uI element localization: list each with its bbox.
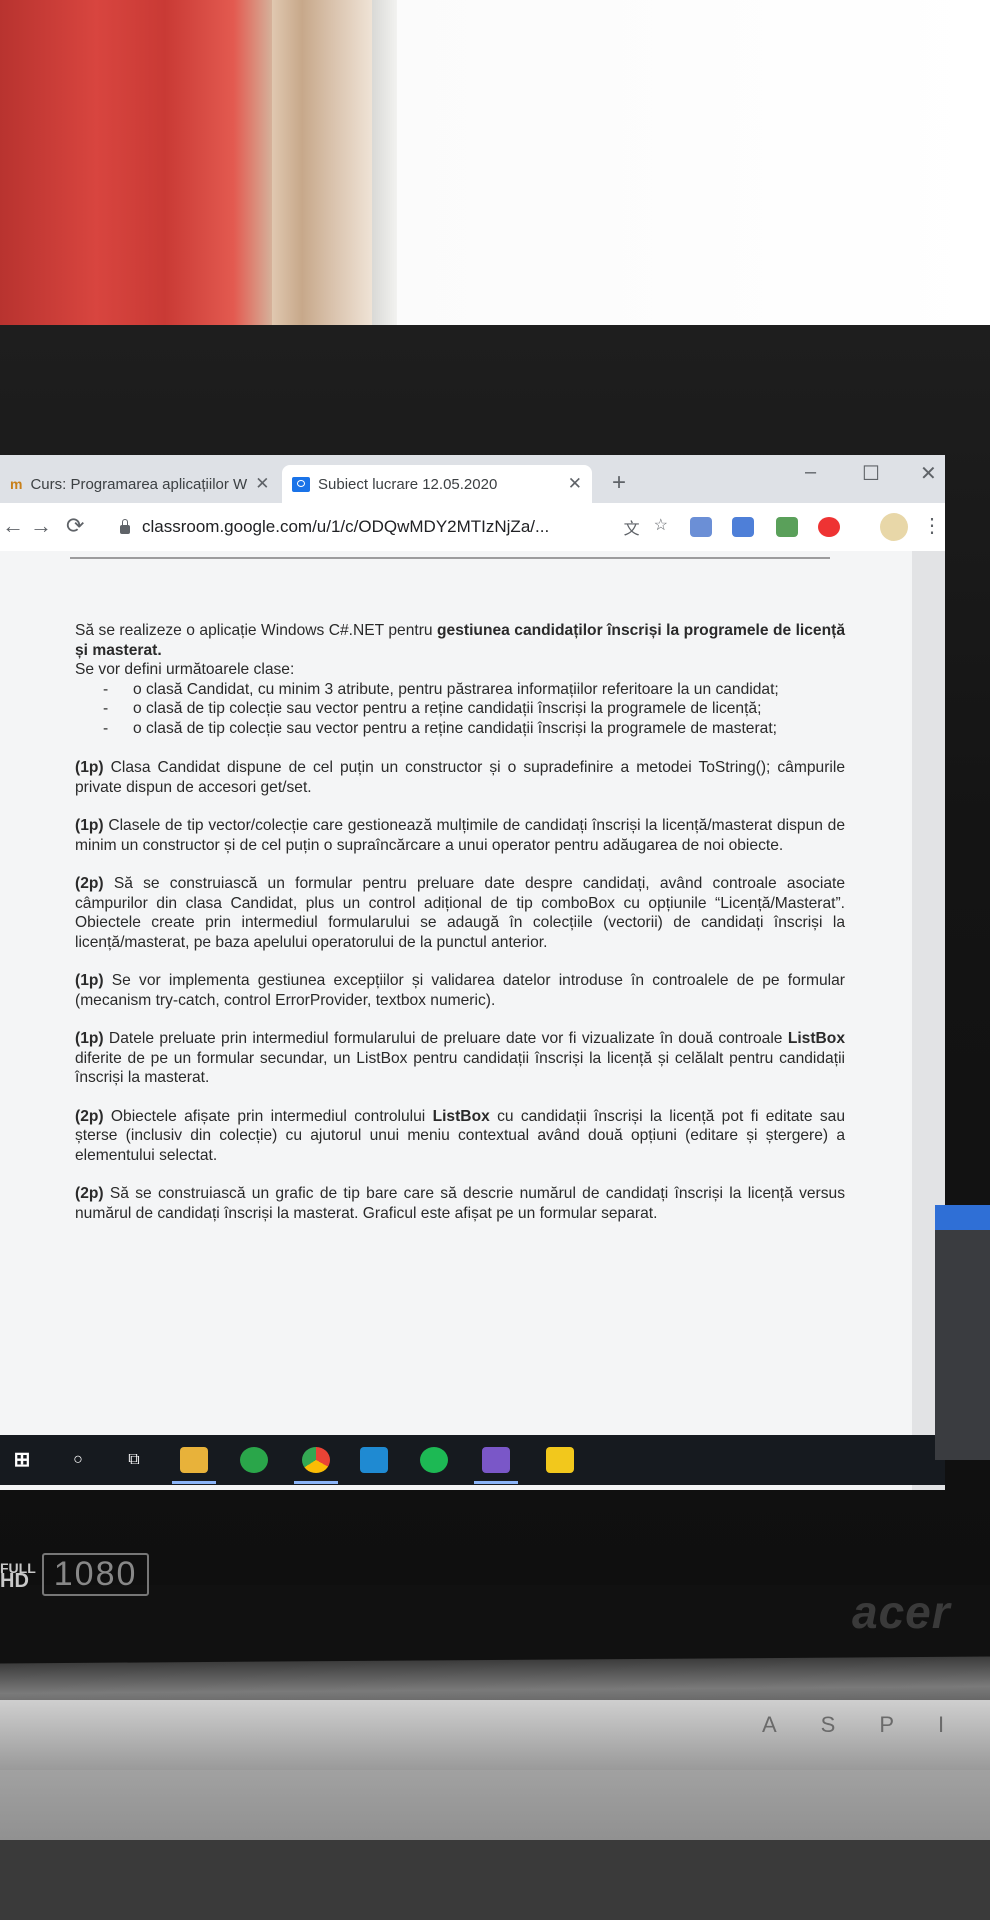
requirement-4: (1p) Se vor implementa gestiunea excepți… bbox=[75, 972, 845, 1009]
taskbar: ⊞ ○ ⧉ bbox=[0, 1435, 945, 1485]
classes-list: o clasă Candidat, cu minim 3 atribute, p… bbox=[75, 680, 845, 739]
list-item: o clasă Candidat, cu minim 3 atribute, p… bbox=[75, 680, 845, 700]
list-item: o clasă de tip colecție sau vector pentr… bbox=[75, 719, 845, 739]
document-page: Să se realizeze o aplicație Windows C#.N… bbox=[0, 551, 912, 1490]
browser-toolbar: ← → ⟳ classroom.google.com/u/1/c/ODQwMDY… bbox=[0, 503, 945, 552]
chrome-icon[interactable] bbox=[302, 1447, 330, 1473]
tab-subject-label: Subiect lucrare 12.05.2020 bbox=[318, 475, 498, 493]
visual-studio-indicator bbox=[474, 1481, 518, 1484]
requirement-6: (2p) Obiectele afișate prin intermediul … bbox=[75, 1107, 845, 1164]
task-view-icon[interactable]: ⧉ bbox=[120, 1447, 148, 1473]
sticky-notes-icon[interactable] bbox=[546, 1447, 574, 1473]
classroom-favicon-icon bbox=[292, 476, 310, 492]
camera-extension-icon[interactable] bbox=[690, 517, 712, 537]
assignment-text: Să se realizeze o aplicație Windows C#.N… bbox=[75, 621, 845, 1242]
close-tab-icon[interactable]: ✕ bbox=[568, 474, 582, 494]
tab-subject[interactable]: Subiect lucrare 12.05.2020 ✕ bbox=[282, 465, 592, 503]
requirement-1: (1p) Clasa Candidat dispune de cel puțin… bbox=[75, 759, 845, 796]
requirement-3: (2p) Să se construiască un formular pent… bbox=[75, 875, 845, 951]
reload-icon[interactable]: ⟳ bbox=[66, 513, 84, 539]
close-tab-icon[interactable]: ✕ bbox=[255, 474, 269, 494]
url-text: classroom.google.com/u/1/c/ODQwMDY2MTIzN… bbox=[142, 517, 550, 536]
classes-intro: Se vor defini următoarele clase: bbox=[75, 661, 295, 678]
requirement-5: (1p) Datele preluate prin intermediul fo… bbox=[75, 1030, 845, 1086]
search-icon[interactable]: ○ bbox=[64, 1447, 92, 1473]
visual-studio-icon[interactable] bbox=[482, 1447, 510, 1473]
red-curtain bbox=[0, 0, 275, 330]
address-bar[interactable]: classroom.google.com/u/1/c/ODQwMDY2MTIzN… bbox=[108, 511, 668, 543]
offscreen-window-body bbox=[935, 1230, 990, 1460]
tab-course-label: Curs: Programarea aplicațiilor W bbox=[30, 475, 248, 493]
translate-icon[interactable]: 文 bbox=[624, 515, 640, 539]
full-hd-badge: FULL HD 1080 bbox=[0, 1553, 150, 1596]
windows-icon[interactable]: ⊞ bbox=[8, 1447, 36, 1473]
list-item: o clasă de tip colecție sau vector pentr… bbox=[75, 699, 845, 719]
tab-bar: m Curs: Programarea aplicațiilor W ✕ Sub… bbox=[0, 455, 945, 503]
tab-course[interactable]: m Curs: Programarea aplicațiilor W ✕ bbox=[0, 465, 275, 503]
vscode-icon[interactable] bbox=[360, 1447, 388, 1473]
chrome-indicator bbox=[294, 1481, 338, 1484]
lock-icon bbox=[120, 518, 130, 534]
close-window-button[interactable]: ✕ bbox=[920, 461, 937, 486]
page-divider bbox=[70, 557, 830, 559]
back-icon[interactable]: ← bbox=[2, 513, 24, 539]
forward-icon[interactable]: → bbox=[30, 513, 52, 539]
green-extension-icon[interactable] bbox=[776, 517, 798, 537]
requirement-2: (1p) Clasele de tip vector/colecție care… bbox=[75, 817, 845, 854]
whatsapp-icon[interactable] bbox=[240, 1447, 268, 1473]
new-tab-button[interactable]: + bbox=[612, 469, 626, 497]
spotify-icon[interactable] bbox=[420, 1447, 448, 1473]
moodle-favicon-icon: m bbox=[10, 476, 23, 492]
menu-icon[interactable]: ⋮ bbox=[922, 513, 942, 538]
desk-surface bbox=[0, 1840, 990, 1920]
screen: m Curs: Programarea aplicațiilor W ✕ Sub… bbox=[0, 455, 945, 1490]
explorer-indicator bbox=[172, 1481, 216, 1484]
key-letters: ASPI bbox=[762, 1712, 989, 1737]
translate-extension-icon[interactable] bbox=[732, 517, 754, 537]
intro-paragraph: Să se realizeze o aplicație Windows C#.N… bbox=[75, 622, 845, 659]
resolution-label: 1080 bbox=[41, 1553, 150, 1596]
brand-logo: acer bbox=[852, 1586, 951, 1638]
opera-extension-icon[interactable] bbox=[818, 517, 840, 537]
window-frame-edge bbox=[372, 0, 397, 330]
requirement-7: (2p) Să se construiască un grafic de tip… bbox=[75, 1185, 845, 1222]
maximize-button[interactable]: ☐ bbox=[862, 461, 880, 486]
offscreen-window-edge bbox=[935, 1205, 990, 1230]
minimize-button[interactable]: – bbox=[805, 461, 816, 484]
bookmark-star-icon[interactable]: ☆ bbox=[654, 515, 668, 539]
file-explorer-icon[interactable] bbox=[180, 1447, 208, 1473]
avatar[interactable] bbox=[880, 513, 908, 541]
room-background bbox=[0, 0, 990, 330]
window-frame bbox=[272, 0, 372, 330]
